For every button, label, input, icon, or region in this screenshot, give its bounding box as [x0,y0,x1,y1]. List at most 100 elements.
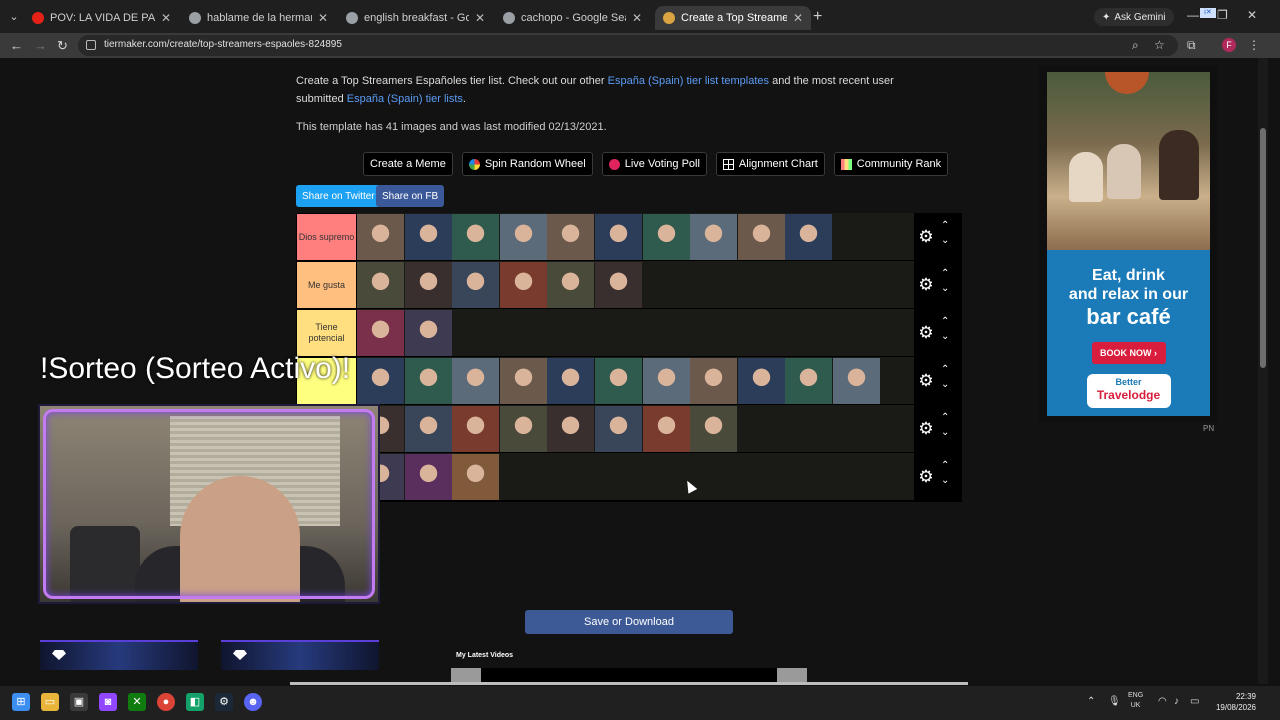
streamer-thumbnail[interactable] [404,262,452,308]
store-icon[interactable]: ▣ [70,693,88,711]
bookmark-star-icon[interactable]: ☆ [1154,38,1165,52]
address-bar[interactable]: tiermaker.com/create/top-streamers-espao… [78,35,1178,56]
move-tier-down-icon[interactable]: ⌄ [941,379,949,390]
streamer-thumbnail[interactable] [357,358,404,404]
streamer-thumbnail[interactable] [357,310,404,356]
close-window-button[interactable]: ✕ [1247,8,1257,22]
minimize-button[interactable]: — [1187,8,1199,22]
tier-items[interactable] [357,261,914,308]
steam-icon[interactable]: ⚙ [215,693,233,711]
tier-items[interactable] [357,357,914,404]
streamer-thumbnail[interactable] [357,262,404,308]
streamer-thumbnail[interactable] [547,406,595,452]
tier-items[interactable] [357,213,914,260]
tab-close-icon[interactable]: ✕ [632,11,642,25]
streamer-thumbnail[interactable] [499,262,547,308]
streamer-thumbnail[interactable] [595,262,642,308]
move-tier-down-icon[interactable]: ⌄ [941,235,949,246]
tier-items[interactable] [357,453,914,500]
language-indicator[interactable]: ENG UK [1128,691,1143,711]
tab-close-icon[interactable]: ✕ [318,11,328,25]
streamer-thumbnail[interactable] [452,454,500,500]
reload-icon[interactable]: ↻ [57,38,68,54]
tier-items[interactable] [357,405,914,452]
streamer-thumbnail[interactable] [499,214,547,260]
streamer-thumbnail[interactable] [547,214,595,260]
move-tier-up-icon[interactable]: ⌃ [941,316,949,327]
tier-settings-gear-icon[interactable]: ⚙ [917,468,935,486]
move-tier-up-icon[interactable]: ⌃ [941,220,949,231]
back-icon[interactable]: ← [10,38,23,53]
streamer-thumbnail[interactable] [452,358,500,404]
move-tier-up-icon[interactable]: ⌃ [941,364,949,375]
streamer-thumbnail[interactable] [642,358,690,404]
scrollbar-thumb[interactable] [1260,128,1266,368]
extensions-icon[interactable]: ⧉ [1187,38,1196,53]
chrome-icon[interactable]: ● [157,693,175,711]
browser-tab[interactable]: english breakfast - Google Sea ✕ [338,6,493,30]
tab-close-icon[interactable]: ✕ [161,11,171,25]
streamer-thumbnail[interactable] [452,406,500,452]
move-tier-down-icon[interactable]: ⌄ [941,475,949,486]
move-tier-down-icon[interactable]: ⌄ [941,427,949,438]
streamer-thumbnail[interactable] [404,310,452,356]
profile-avatar[interactable]: F [1222,38,1236,52]
streamer-thumbnail[interactable] [404,406,452,452]
tier-label[interactable]: Dios supremo [297,214,356,260]
spain-templates-link[interactable]: España (Spain) tier list templates [608,75,769,87]
microphone-icon[interactable]: 🎙 [1108,696,1121,707]
tier-label[interactable]: Me gusta [297,262,356,308]
tab-close-icon[interactable]: ✕ [475,11,485,25]
tab-close-icon[interactable]: ✕ [793,11,803,25]
share-facebook-button[interactable]: Share on FB [376,185,445,207]
streamer-thumbnail[interactable] [785,214,833,260]
browser-tab[interactable]: Create a Top Streamers Españo ✕ [655,6,811,30]
streamer-thumbnail[interactable] [690,406,738,452]
xbox-icon[interactable]: ✕ [128,693,146,711]
live-voting-button[interactable]: Live Voting Poll [601,152,707,176]
tier-settings-gear-icon[interactable]: ⚙ [917,324,935,342]
site-info-icon[interactable] [86,40,96,50]
streamer-thumbnail[interactable] [595,406,642,452]
advertisement[interactable]: Eat, drink and relax in our bar café BOO… [1039,66,1217,422]
ask-gemini-button[interactable]: ✦ Ask Gemini [1094,8,1174,26]
move-tier-up-icon[interactable]: ⌃ [941,268,949,279]
streamer-thumbnail[interactable] [690,358,738,404]
wifi-icon[interactable]: ◠ [1158,696,1167,707]
browser-menu-icon[interactable]: ⋮ [1248,38,1260,52]
tier-settings-gear-icon[interactable]: ⚙ [917,420,935,438]
tier-settings-gear-icon[interactable]: ⚙ [917,372,935,390]
streamer-thumbnail[interactable] [357,214,404,260]
streamer-thumbnail[interactable] [404,358,452,404]
move-tier-up-icon[interactable]: ⌃ [941,412,949,423]
streamer-thumbnail[interactable] [595,358,642,404]
save-download-button[interactable]: Save or Download [525,610,733,634]
tier-items[interactable] [357,309,914,356]
streamer-thumbnail[interactable] [595,214,642,260]
move-tier-down-icon[interactable]: ⌄ [941,331,949,342]
spin-wheel-button[interactable]: Spin Random Wheel [461,152,593,176]
zoom-icon[interactable]: ⌕ [1132,38,1139,53]
streamer-thumbnail[interactable] [452,214,500,260]
streamer-thumbnail[interactable] [404,454,452,500]
create-meme-button[interactable]: Create a Meme [363,152,453,176]
browser-tab[interactable]: cachopo - Google Search ✕ [495,6,650,30]
alignment-chart-button[interactable]: Alignment Chart [715,152,825,176]
streamer-thumbnail[interactable] [785,358,833,404]
streamer-thumbnail[interactable] [737,358,785,404]
discord-icon[interactable]: ☻ [244,693,262,711]
twitch-icon[interactable]: ◙ [99,693,117,711]
ad-book-now-button[interactable]: BOOK NOW › [1091,342,1166,364]
forward-icon[interactable]: → [34,38,47,53]
streamer-thumbnail[interactable] [642,406,690,452]
streamer-thumbnail[interactable] [547,262,595,308]
browser-tab[interactable]: POV: LA VIDA DE PABLO CON I ✕ [24,6,179,30]
browser-tab[interactable]: hablame de la hermandad mus ✕ [181,6,336,30]
move-tier-up-icon[interactable]: ⌃ [941,460,949,471]
clock[interactable]: 22:39 19/08/2026 [1212,691,1256,713]
new-tab-button[interactable]: + [813,8,822,26]
streamer-thumbnail[interactable] [642,214,690,260]
move-tier-down-icon[interactable]: ⌄ [941,283,949,294]
tier-settings-gear-icon[interactable]: ⚙ [917,276,935,294]
streamer-thumbnail[interactable] [690,214,738,260]
